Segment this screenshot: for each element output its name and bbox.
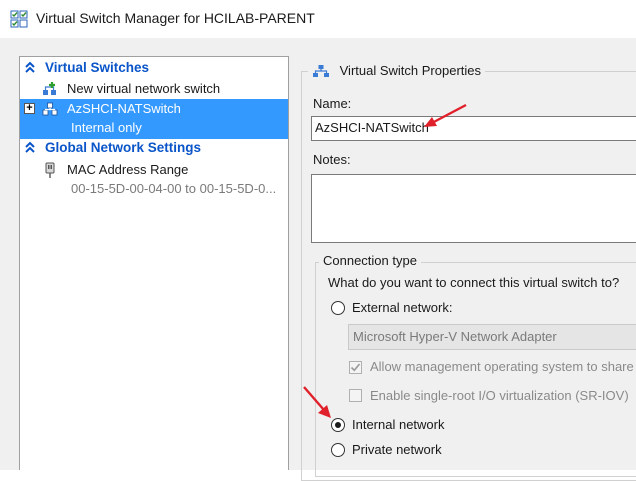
red-arrow-icon bbox=[303, 386, 331, 418]
switch-type-label: Internal only bbox=[71, 120, 142, 135]
title-bar: Virtual Switch Manager for HCILAB-PARENT bbox=[0, 0, 636, 38]
virtual-switches-label: Virtual Switches bbox=[45, 60, 150, 75]
network-plug-icon bbox=[44, 162, 56, 179]
virtual-switches-header[interactable]: Virtual Switches bbox=[20, 59, 288, 79]
external-network-radio[interactable] bbox=[331, 301, 345, 315]
switch-tree-pane[interactable]: Virtual Switches New virtual network swi… bbox=[19, 56, 289, 470]
external-network-label[interactable]: External network: bbox=[352, 300, 452, 315]
private-network-label[interactable]: Private network bbox=[352, 442, 442, 457]
virtual-switch-properties-label: Virtual Switch Properties bbox=[339, 63, 481, 79]
name-field[interactable]: AzSHCI-NATSwitch bbox=[311, 116, 636, 141]
expand-icon[interactable]: + bbox=[24, 103, 35, 114]
network-switch-icon bbox=[312, 64, 330, 78]
switch-name-label: AzSHCI-NATSwitch bbox=[67, 101, 181, 116]
notes-field[interactable] bbox=[311, 174, 636, 243]
network-adapter-value: Microsoft Hyper-V Network Adapter bbox=[353, 329, 557, 344]
network-switch-icon bbox=[42, 101, 58, 117]
name-field-value: AzSHCI-NATSwitch bbox=[315, 120, 429, 135]
internal-network-label[interactable]: Internal network bbox=[352, 417, 445, 432]
mac-address-range-label: MAC Address Range bbox=[67, 162, 189, 177]
new-virtual-switch-item[interactable]: New virtual network switch bbox=[20, 79, 288, 99]
global-network-settings-label: Global Network Settings bbox=[45, 140, 202, 155]
sriov-checkbox[interactable] bbox=[349, 389, 362, 402]
mac-address-range-item[interactable]: MAC Address Range 00-15-5D-00-04-00 to 0… bbox=[20, 160, 288, 200]
red-arrow-icon bbox=[424, 103, 467, 127]
allow-management-label[interactable]: Allow management operating system to sha… bbox=[370, 359, 636, 374]
connection-question: What do you want to connect this virtual… bbox=[328, 275, 620, 290]
switch-item-azshci-natswitch[interactable]: + AzSHCI-NATSwitch Internal only bbox=[20, 99, 288, 139]
double-chevron-up-icon[interactable] bbox=[24, 61, 36, 75]
double-chevron-up-icon[interactable] bbox=[24, 141, 36, 155]
virtual-switch-properties-title: Virtual Switch Properties bbox=[308, 62, 485, 79]
sriov-label[interactable]: Enable single-root I/O virtualization (S… bbox=[370, 388, 629, 403]
global-network-settings-header[interactable]: Global Network Settings bbox=[20, 139, 288, 159]
allow-management-checkbox[interactable] bbox=[349, 361, 362, 374]
window-title: Virtual Switch Manager for HCILAB-PARENT bbox=[36, 10, 315, 26]
notes-label: Notes: bbox=[313, 152, 351, 167]
name-label: Name: bbox=[313, 96, 352, 111]
private-network-radio[interactable] bbox=[331, 443, 345, 457]
network-adapter-dropdown[interactable]: Microsoft Hyper-V Network Adapter bbox=[348, 324, 636, 350]
virtual-switch-manager-icon bbox=[10, 10, 28, 28]
mac-address-range-value: 00-15-5D-00-04-00 to 00-15-5D-0... bbox=[71, 181, 277, 196]
connection-type-title: Connection type bbox=[319, 253, 421, 268]
add-network-switch-icon bbox=[42, 81, 58, 97]
new-virtual-switch-label: New virtual network switch bbox=[67, 81, 221, 96]
